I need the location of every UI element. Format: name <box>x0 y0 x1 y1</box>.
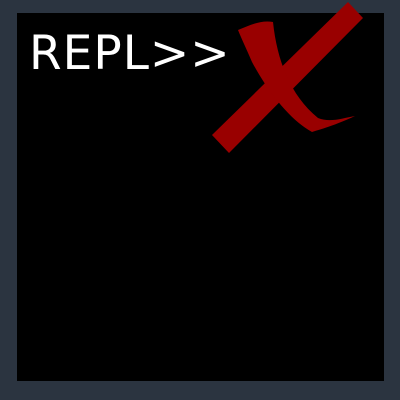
icon-frame: REPL>> <box>0 0 400 400</box>
repl-prompt-text: REPL>> <box>29 26 231 81</box>
